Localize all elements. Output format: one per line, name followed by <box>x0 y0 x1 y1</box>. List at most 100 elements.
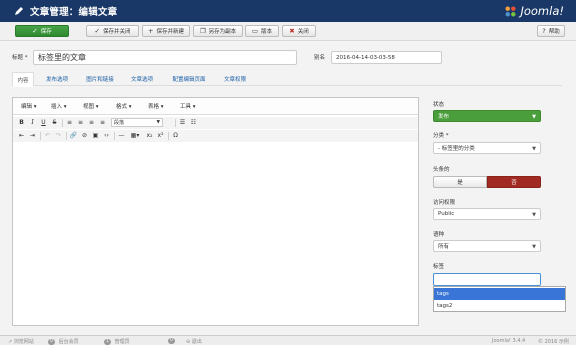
indent-icon[interactable]: ⇥ <box>28 131 37 140</box>
bullet-list-icon[interactable]: ☰ <box>178 118 187 127</box>
italic-icon[interactable]: I <box>28 118 37 127</box>
admins-indicator: 1 管理员 <box>104 338 130 345</box>
language-label: 语种 <box>433 232 445 238</box>
editor-menubar: 编辑 ▾ 插入 ▾ 视图 ▾ 格式 ▾ 表格 ▾ 工具 ▾ <box>13 98 418 115</box>
tag-option[interactable]: tags2 <box>434 300 565 312</box>
view-site-link[interactable]: ↗ 浏览网站 <box>8 338 34 345</box>
close-icon: ✖ <box>289 26 295 35</box>
category-label: 分类 * <box>433 133 449 139</box>
menu-table[interactable]: 表格 ▾ <box>148 102 164 110</box>
copy-icon: ❐ <box>199 26 206 35</box>
app-header: 文章管理：编辑文章 Joomla! <box>0 0 576 22</box>
title-input[interactable]: 标签里的文章 <box>33 50 297 65</box>
tags-input[interactable] <box>433 273 541 286</box>
tab-permissions[interactable]: 文章权限 <box>217 72 253 86</box>
joomla-logo-icon <box>505 5 516 17</box>
joomla-logo[interactable]: Joomla! <box>504 4 564 18</box>
featured-no-button[interactable]: 否 <box>487 176 541 188</box>
bold-icon[interactable]: B <box>17 118 26 127</box>
underline-icon[interactable]: U <box>39 118 48 127</box>
category-select[interactable]: - 标签里的分类 ▼ <box>433 142 541 154</box>
tags-dropdown: tags tags2 <box>433 286 566 312</box>
alias-label: 别名 <box>314 55 326 61</box>
link-icon[interactable]: 🔗 <box>69 131 78 140</box>
unlink-icon[interactable]: ⊘ <box>80 131 89 140</box>
check-icon: ✓ <box>94 26 100 35</box>
page-title: 文章管理：编辑文章 <box>30 7 118 18</box>
separator <box>40 132 41 140</box>
versions-button[interactable]: ▭ 版本 <box>245 25 279 37</box>
logout-link[interactable]: ⊖ 退出 <box>186 338 202 345</box>
save-button[interactable]: ✓ 保存 <box>15 25 69 37</box>
tab-content[interactable]: 内容 <box>12 72 34 87</box>
numbered-list-icon[interactable]: ☷ <box>189 118 198 127</box>
align-justify-icon[interactable]: ≡ <box>98 118 107 127</box>
status-label: 状态 <box>433 102 445 108</box>
outdent-icon[interactable]: ⇤ <box>17 131 26 140</box>
featured-toggle: 是 否 <box>433 176 541 188</box>
undo-icon[interactable]: ↶ <box>43 131 52 140</box>
title-label: 标题 * <box>12 55 28 61</box>
chevron-down-icon: ▼ <box>532 244 536 250</box>
menu-insert[interactable]: 插入 ▾ <box>51 102 67 110</box>
image-icon[interactable]: ▣ <box>91 131 100 140</box>
alias-input[interactable]: 2016-04-14-03-03-58 <box>331 51 442 64</box>
external-link-icon: ↗ <box>8 339 13 345</box>
tab-publishing[interactable]: 发布选项 <box>38 72 76 86</box>
superscript-icon[interactable]: x² <box>156 131 165 140</box>
featured-yes-button[interactable]: 是 <box>433 176 487 188</box>
save-copy-button[interactable]: ❐ 另存为副本 <box>193 25 243 37</box>
menu-edit[interactable]: 编辑 ▾ <box>21 102 37 110</box>
archive-icon: ▭ <box>251 26 259 35</box>
separator <box>168 132 169 140</box>
strikethrough-icon[interactable]: S <box>50 118 59 127</box>
joomla-version: Joomla! 3.4.4 <box>492 338 526 344</box>
code-icon[interactable]: ‹› <box>102 131 111 140</box>
menu-tools[interactable]: 工具 ▾ <box>180 102 196 110</box>
chevron-down-icon: ▼ <box>532 114 536 120</box>
admins-count-badge: 1 <box>104 338 111 345</box>
language-select[interactable]: 所有 ▼ <box>433 240 541 252</box>
status-select[interactable]: 发布 ▼ <box>433 110 541 122</box>
toolbar: ✓ 保存 ✓ 保存并关闭 + 保存并新建 ❐ 另存为副本 ▭ 版本 ✖ 关闭 ?… <box>0 22 576 41</box>
align-center-icon[interactable]: ≡ <box>76 118 85 127</box>
featured-label: 头条的 <box>433 167 450 173</box>
tab-editor-config[interactable]: 配置编辑页面 <box>164 72 214 86</box>
subscript-icon[interactable]: x₂ <box>145 131 154 140</box>
align-right-icon[interactable]: ≡ <box>87 118 96 127</box>
menu-format[interactable]: 格式 ▾ <box>116 102 132 110</box>
separator <box>114 132 115 140</box>
help-icon: ? <box>542 26 546 35</box>
save-close-button[interactable]: ✓ 保存并关闭 <box>86 25 139 37</box>
help-button[interactable]: ? 帮助 <box>537 25 565 37</box>
save-new-button[interactable]: + 保存并新建 <box>142 25 190 37</box>
tab-images-links[interactable]: 图片和链接 <box>79 72 121 86</box>
messages-count-badge: 0 <box>168 338 175 344</box>
align-left-icon[interactable]: ≡ <box>65 118 74 127</box>
close-button[interactable]: ✖ 关闭 <box>282 25 316 37</box>
tab-article-options[interactable]: 文章选项 <box>124 72 160 86</box>
redo-icon[interactable]: ↷ <box>54 131 63 140</box>
horizontal-rule-icon[interactable]: — <box>117 131 126 140</box>
menu-view[interactable]: 视图 ▾ <box>83 102 99 110</box>
paragraph-format-select[interactable]: 段落 ▼ <box>111 118 163 127</box>
separator <box>66 132 67 140</box>
status-footer: ↗ 浏览网站 0 后台会员 1 管理员 0 ⊖ 退出 Joomla! 3.4.4… <box>0 335 576 345</box>
chevron-down-icon: ▼ <box>532 146 536 152</box>
chevron-down-icon: ▼ <box>156 120 160 125</box>
editor-toolbar-row-1: B I U S ≡ ≡ ≡ ≡ 段落 ▼ ☰ ☷ <box>13 117 418 129</box>
tag-option[interactable]: tags <box>434 288 565 300</box>
pencil-icon <box>15 7 23 15</box>
access-select[interactable]: Public ▼ <box>433 208 541 220</box>
table-icon[interactable]: ▦▾ <box>128 131 142 140</box>
copyright: © 2016 示例 <box>538 339 569 345</box>
tags-label: 标签 <box>433 264 445 270</box>
edit-tabs: 内容 发布选项 图片和链接 文章选项 配置编辑页面 文章权限 <box>12 72 562 87</box>
plus-icon: + <box>148 26 154 35</box>
messages-indicator[interactable]: 0 <box>168 338 177 345</box>
access-label: 访问权限 <box>433 200 456 206</box>
editor-content-area[interactable] <box>13 144 418 325</box>
save-icon: ✓ <box>32 26 38 35</box>
editor-toolbar-row-2: ⇤ ⇥ ↶ ↷ 🔗 ⊘ ▣ ‹› — ▦▾ x₂ x² Ω <box>13 130 418 142</box>
special-character-icon[interactable]: Ω <box>171 131 180 140</box>
